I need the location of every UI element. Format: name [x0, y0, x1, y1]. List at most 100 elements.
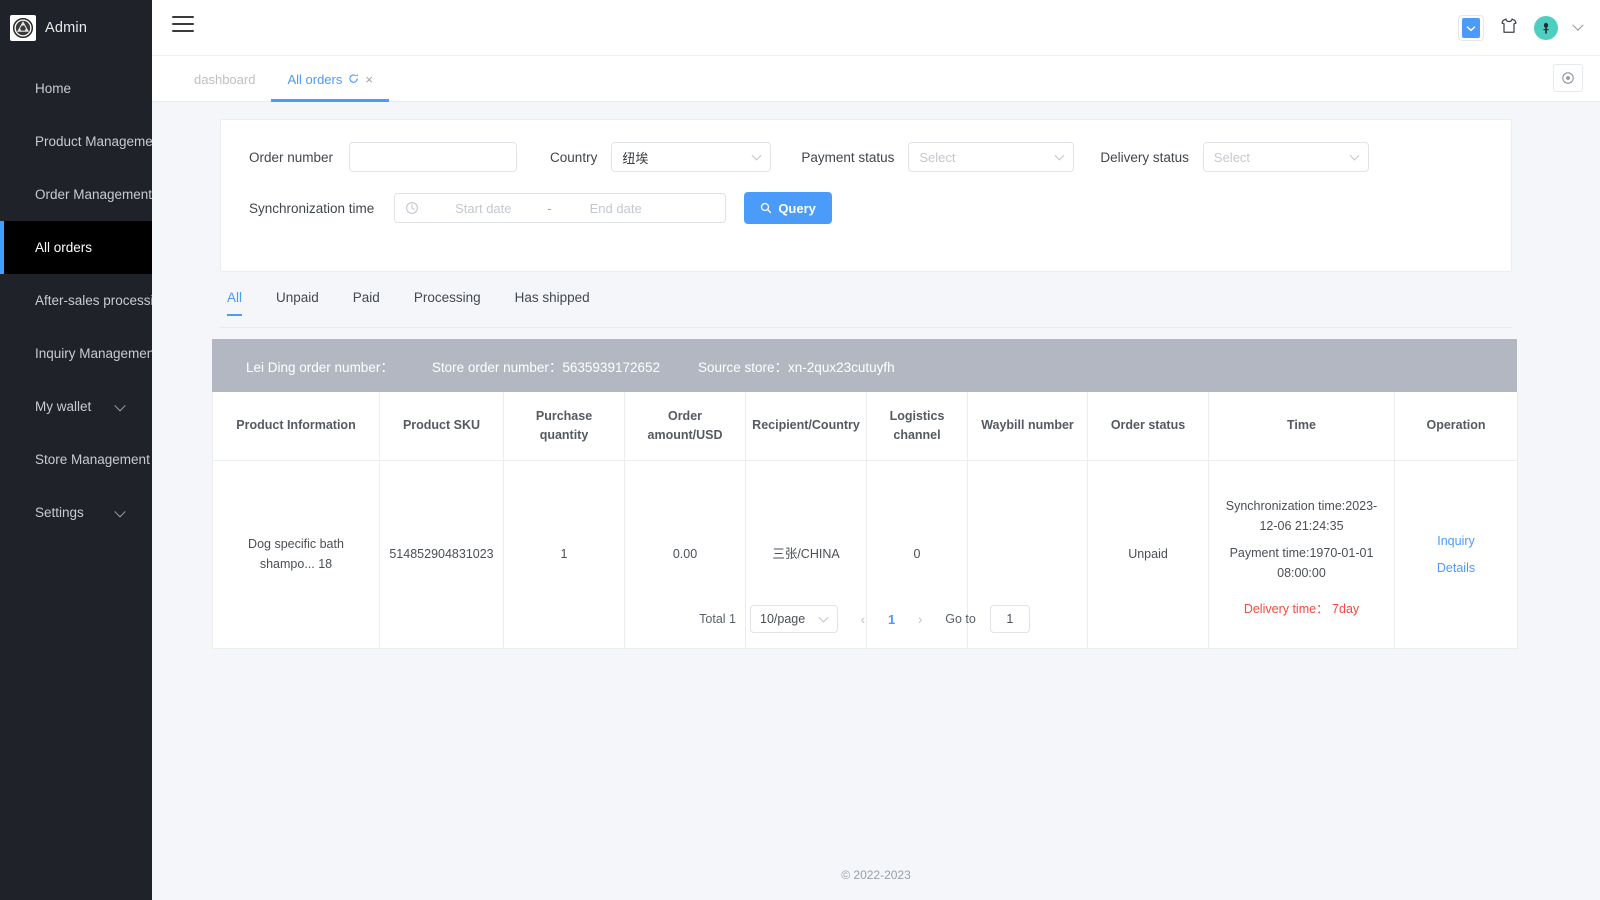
prev-page-button[interactable]: ‹: [852, 606, 874, 632]
tab-bar: dashboard All orders ×: [152, 56, 1600, 102]
sidebar-item-all-orders[interactable]: All orders: [0, 221, 152, 274]
status-tab-label: All: [227, 290, 243, 305]
pagination: Total 1 10/page ‹ 1 › Go to: [212, 596, 1517, 642]
chevron-down-icon: [818, 612, 829, 623]
col-order-amount-usd: Order amount/USD: [624, 392, 746, 461]
sidebar-item-label: Store Management: [35, 452, 150, 467]
page-number-1[interactable]: 1: [888, 612, 895, 627]
payment-status-select[interactable]: Select: [908, 142, 1075, 172]
status-tab-label: Has shipped: [514, 290, 590, 305]
refresh-icon[interactable]: [348, 72, 359, 87]
delivery-status-placeholder: Select: [1213, 149, 1251, 165]
brand[interactable]: Admin: [0, 0, 152, 56]
sync-time-daterange[interactable]: Start date - End date: [394, 193, 727, 223]
payment-status-label: Payment status: [801, 149, 895, 165]
sidebar-nav: Home Product Management Order Management…: [0, 62, 169, 539]
col-recipient-country: Recipient/Country: [745, 392, 867, 461]
tab-label: All orders: [287, 71, 343, 87]
filter-row-1: Order number Country 纽埃 Payment status S…: [221, 120, 1511, 172]
sidebar-item-product-management[interactable]: Product Management: [0, 115, 164, 168]
sidebar-item-my-wallet[interactable]: My wallet: [0, 380, 152, 433]
query-button[interactable]: Query: [744, 192, 832, 224]
avatar[interactable]: [1534, 16, 1558, 40]
sidebar: Admin Home Product Management Order Mana…: [0, 0, 169, 900]
brand-name: Admin: [45, 20, 88, 36]
delivery-status-select[interactable]: Select: [1202, 142, 1369, 172]
status-tab-has-shipped[interactable]: Has shipped: [515, 290, 590, 315]
emblem-logo-icon: [10, 15, 36, 41]
chevron-down-icon: [114, 399, 126, 411]
details-link[interactable]: Details: [1403, 558, 1509, 578]
sidebar-item-label: Inquiry Management: [35, 346, 159, 361]
sidebar-item-store-management[interactable]: Store Management: [0, 433, 152, 486]
shirt-icon[interactable]: [1500, 17, 1518, 40]
query-button-label: Query: [778, 200, 816, 216]
status-tab-paid[interactable]: Paid: [353, 290, 380, 315]
filter-panel: Order number Country 纽埃 Payment status S…: [220, 119, 1512, 272]
close-icon[interactable]: ×: [365, 72, 373, 87]
sidebar-item-label: Order Management: [35, 187, 153, 202]
target-icon[interactable]: [1553, 64, 1583, 92]
order-number-input[interactable]: [349, 142, 518, 172]
inquiry-link[interactable]: Inquiry: [1403, 531, 1509, 551]
filter-row-2: Synchronization time Start date - End da…: [221, 172, 1511, 224]
status-tab-label: Processing: [413, 290, 481, 305]
main-content: Order number Country 纽埃 Payment status S…: [152, 102, 1600, 900]
table-header-row: Product Information Product SKU Purchase…: [212, 392, 1518, 461]
payment-time-value: Payment time:1970-01-01 08:00:00: [1229, 546, 1374, 580]
goto-label: Go to: [945, 612, 976, 626]
start-date-placeholder: Start date: [455, 200, 512, 216]
status-tab-unpaid[interactable]: Unpaid: [276, 290, 319, 315]
delivery-status-label: Delivery status: [1100, 149, 1189, 165]
sidebar-item-settings[interactable]: Settings: [0, 486, 152, 539]
col-waybill-number: Waybill number: [967, 392, 1088, 461]
goto-page-input[interactable]: [989, 605, 1030, 633]
sync-time-value: Synchronization time:2023-12-06 21:24:35: [1225, 499, 1378, 533]
col-operation: Operation: [1394, 392, 1518, 461]
chevron-down-icon: [1054, 150, 1065, 161]
sidebar-item-label: Settings: [35, 505, 84, 520]
chevron-down-icon[interactable]: [1572, 19, 1584, 31]
tab-label: dashboard: [194, 71, 256, 87]
total-label: Total 1: [699, 612, 737, 626]
chevron-down-icon: [751, 150, 762, 161]
sidebar-item-inquiry-management[interactable]: Inquiry Management: [0, 327, 158, 380]
language-switch-button[interactable]: [1458, 15, 1484, 41]
top-header-actions: [1458, 0, 1584, 56]
country-select[interactable]: 纽埃: [611, 142, 772, 172]
col-purchase-quantity: Purchase quantity: [503, 392, 625, 461]
store-order-number-value: 5635939172652: [562, 359, 660, 375]
sidebar-item-order-management[interactable]: Order Management: [0, 168, 152, 221]
col-product-information: Product Information: [212, 392, 380, 461]
col-time: Time: [1208, 392, 1395, 461]
next-page-button[interactable]: ›: [909, 606, 931, 632]
tab-all-orders[interactable]: All orders ×: [271, 56, 389, 102]
search-icon: [760, 202, 772, 214]
country-select-value: 纽埃: [622, 150, 649, 166]
col-order-status: Order status: [1087, 392, 1209, 461]
page-size-select[interactable]: 10/page: [750, 605, 839, 633]
lei-ding-order-number-label: Lei Ding order number：: [246, 359, 394, 375]
lei-ding-order-number: Lei Ding order number：: [246, 356, 394, 376]
status-tab-processing[interactable]: Processing: [414, 290, 481, 315]
chevron-down-icon: [114, 505, 126, 517]
hamburger-icon[interactable]: [172, 16, 194, 38]
tab-list: dashboard All orders ×: [152, 56, 1600, 102]
chevron-down-icon: [1349, 150, 1360, 161]
sidebar-item-after-sales-processing[interactable]: After-sales processing: [0, 274, 169, 327]
sidebar-item-home[interactable]: Home: [0, 62, 152, 115]
sync-time-label: Synchronization time: [249, 200, 375, 216]
tab-dashboard[interactable]: dashboard: [178, 56, 271, 102]
source-store: Source store：xn-2qux23cutuyfh: [698, 356, 895, 376]
status-tab-all[interactable]: All: [227, 290, 243, 316]
language-chevron-icon: [1462, 18, 1480, 38]
sidebar-item-label: My wallet: [35, 399, 92, 414]
status-tab-label: Unpaid: [276, 290, 319, 305]
col-product-sku: Product SKU: [379, 392, 504, 461]
source-store-label: Source store：: [698, 359, 789, 375]
end-date-placeholder: End date: [589, 200, 642, 216]
sidebar-item-label: Home: [35, 81, 72, 96]
payment-status-placeholder: Select: [919, 149, 956, 165]
clock-icon: [405, 201, 419, 215]
sidebar-item-label: All orders: [35, 240, 93, 255]
